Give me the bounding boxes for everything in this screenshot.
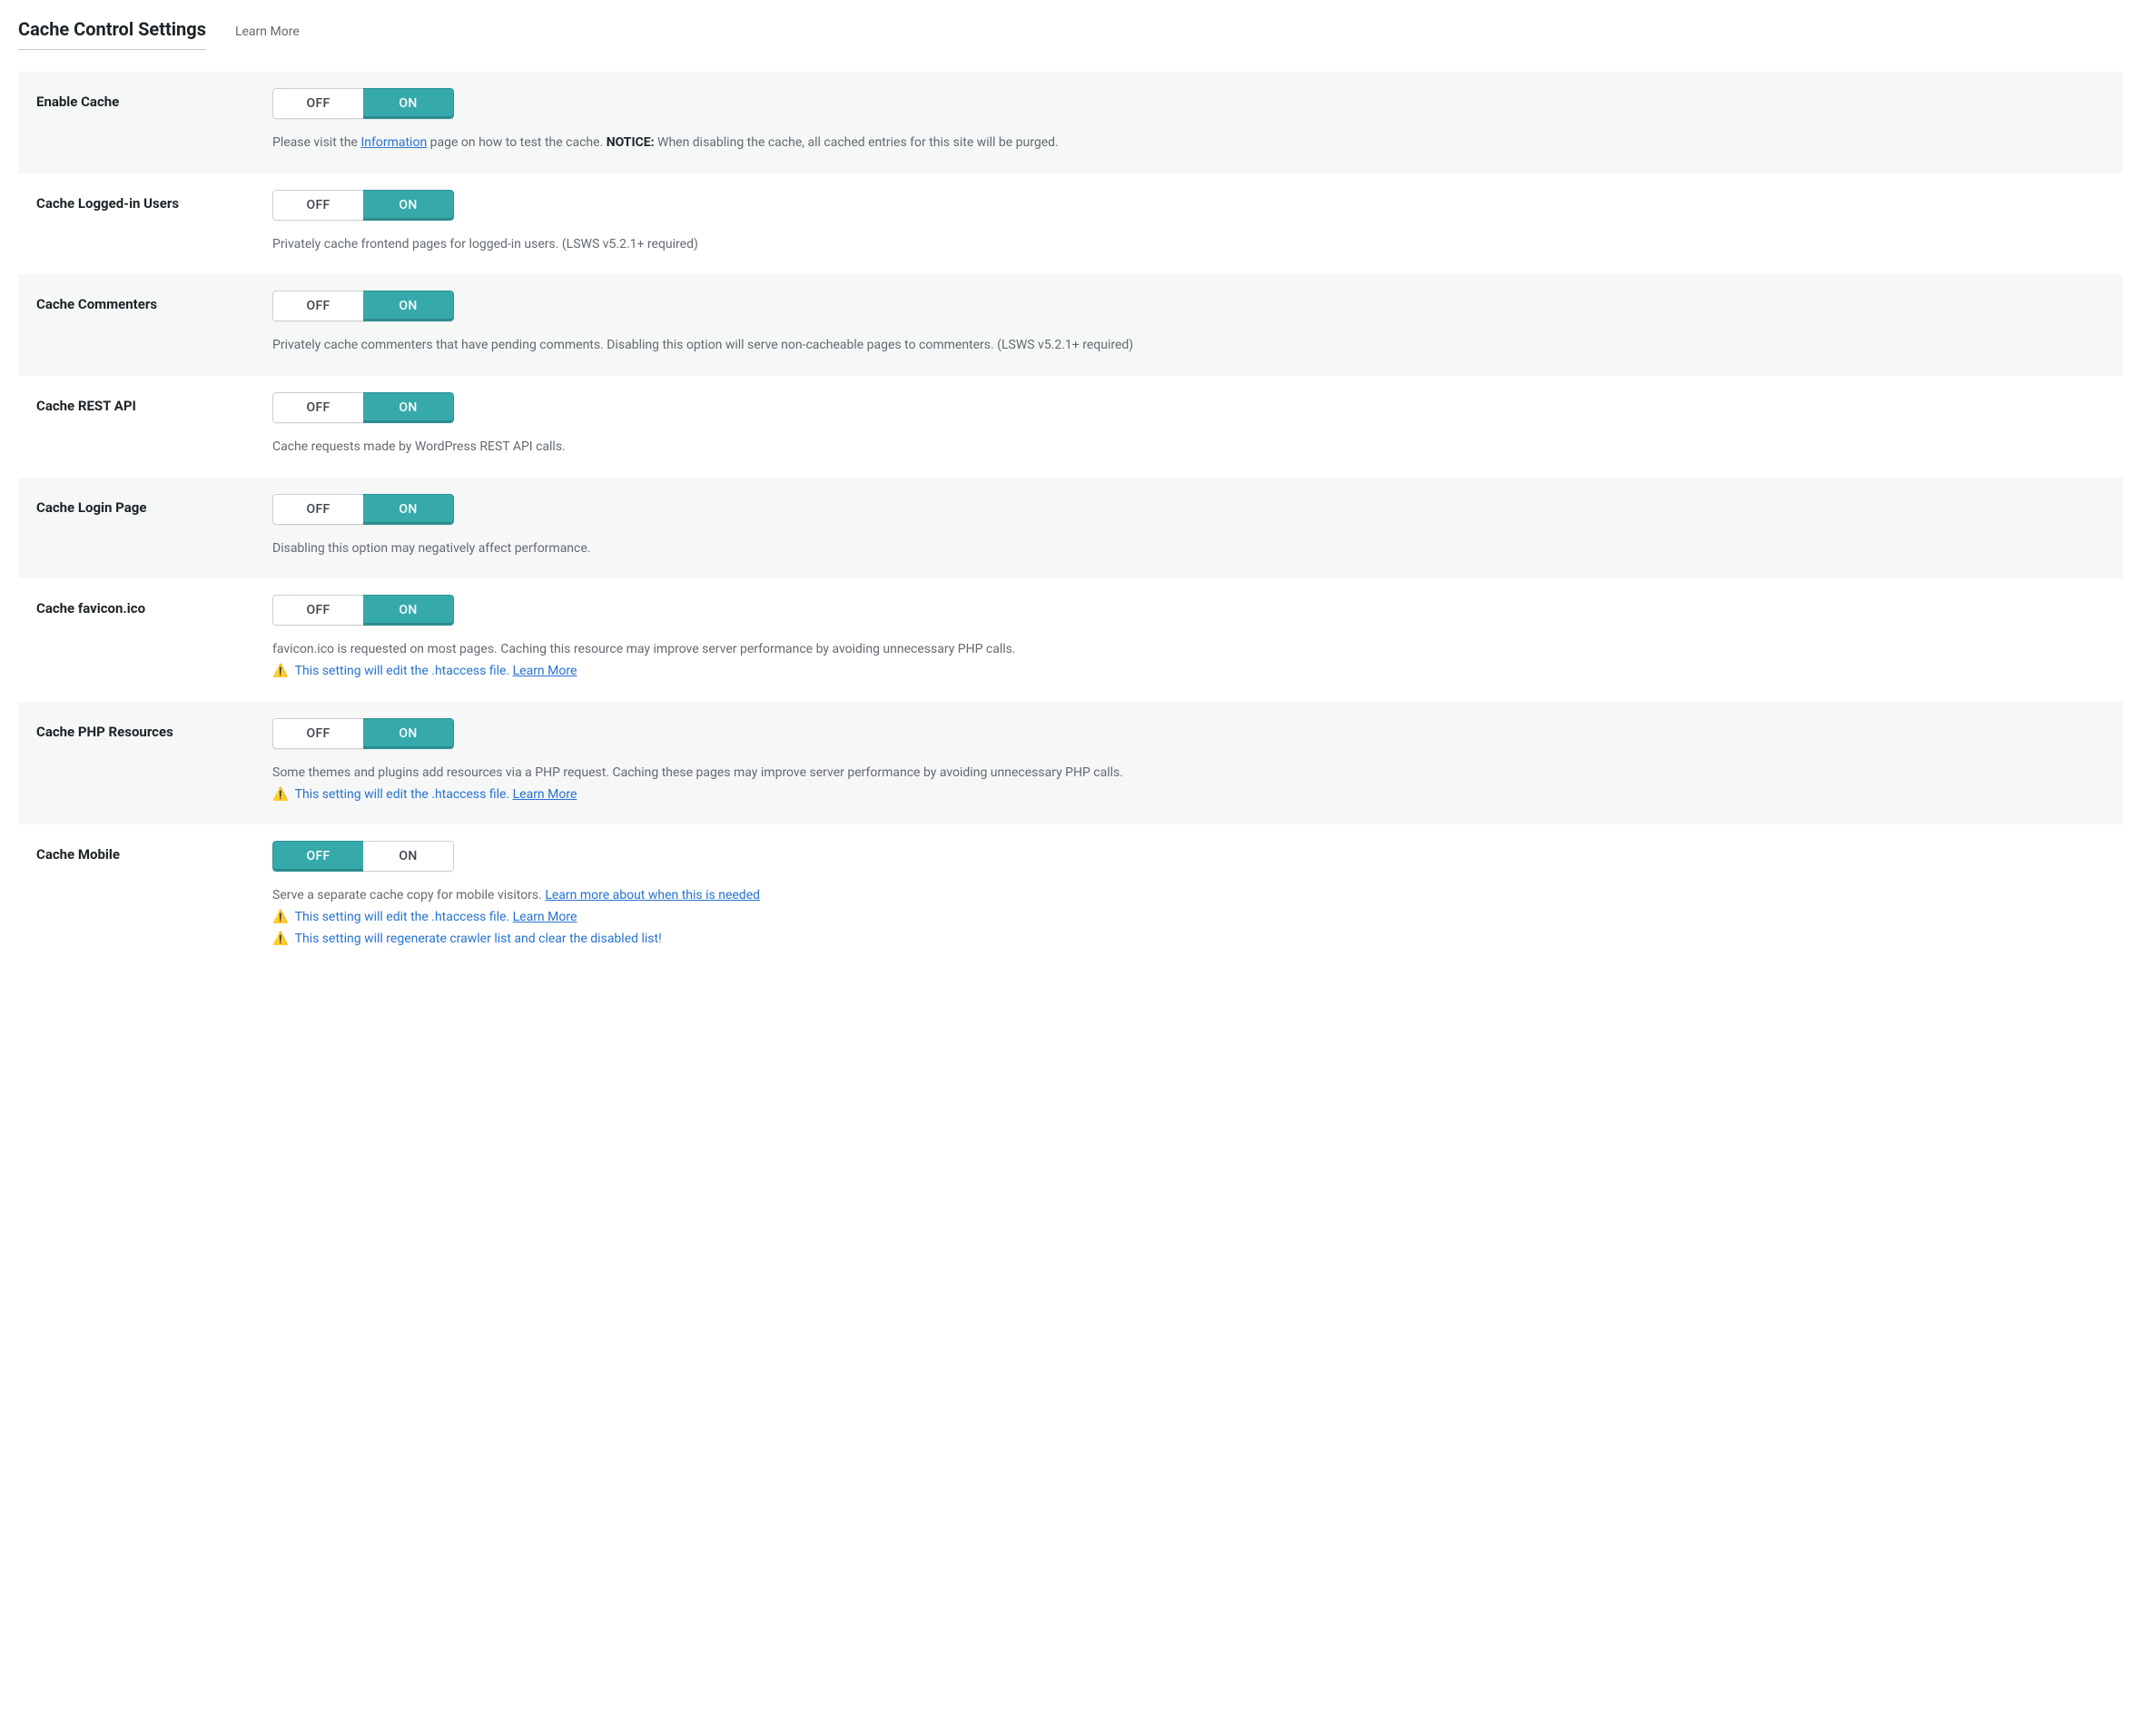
toggle-off[interactable]: OFF [272,595,363,626]
page-header: Cache Control Settings Learn More [18,18,2123,50]
setting-content: OFF ON Serve a separate cache copy for m… [272,841,2105,949]
desc-text: favicon.ico is requested on most pages. … [272,640,2105,660]
desc-text: Some themes and plugins add resources vi… [272,764,2105,784]
setting-description: Disabling this option may negatively aff… [272,539,2105,559]
toggle-on[interactable]: ON [363,718,454,749]
setting-label: Cache Login Page [36,494,272,559]
warning-text: This setting will edit the .htaccess fil… [295,664,513,678]
setting-content: OFF ON Cache requests made by WordPress … [272,392,2105,458]
toggle-cache-login-page[interactable]: OFF ON [272,494,454,525]
setting-description: Serve a separate cache copy for mobile v… [272,886,2105,949]
information-link[interactable]: Information [360,135,427,150]
setting-content: OFF ON favicon.ico is requested on most … [272,595,2105,681]
setting-label: Cache Commenters [36,291,272,356]
toggle-cache-mobile[interactable]: OFF ON [272,841,454,872]
toggle-cache-logged-in[interactable]: OFF ON [272,190,454,221]
toggle-on[interactable]: ON [363,291,454,321]
setting-content: OFF ON Some themes and plugins add resou… [272,718,2105,804]
setting-description: Privately cache frontend pages for logge… [272,235,2105,255]
row-cache-logged-in: Cache Logged-in Users OFF ON Privately c… [18,173,2123,275]
setting-content: OFF ON Please visit the Information page… [272,88,2105,153]
desc-text: Please visit the [272,135,360,150]
learn-more-link[interactable]: Learn More [513,787,577,802]
toggle-on[interactable]: ON [363,392,454,423]
warning-text: This setting will edit the .htaccess fil… [295,787,513,802]
setting-label: Cache Logged-in Users [36,190,272,255]
htaccess-warning: ⚠️ This setting will edit the .htaccess … [272,908,2105,928]
learn-more-link[interactable]: Learn More [513,664,577,678]
setting-content: OFF ON Privately cache frontend pages fo… [272,190,2105,255]
warning-text: This setting will edit the .htaccess fil… [295,910,513,924]
desc-text: When disabling the cache, all cached ent… [655,135,1059,150]
notice-bold: NOTICE: [607,135,655,150]
setting-description: Please visit the Information page on how… [272,133,2105,153]
setting-label: Cache Mobile [36,841,272,949]
desc-text: Serve a separate cache copy for mobile v… [272,886,2105,906]
warning-icon: ⚠️ [272,662,288,682]
toggle-off[interactable]: OFF [272,494,363,525]
row-cache-mobile: Cache Mobile OFF ON Serve a separate cac… [18,824,2123,969]
toggle-off[interactable]: OFF [272,88,363,119]
warning-icon: ⚠️ [272,908,288,928]
toggle-off[interactable]: OFF [272,190,363,221]
setting-description: Cache requests made by WordPress REST AP… [272,438,2105,458]
toggle-cache-rest-api[interactable]: OFF ON [272,392,454,423]
page-title: Cache Control Settings [18,18,206,50]
setting-label: Cache REST API [36,392,272,458]
toggle-enable-cache[interactable]: OFF ON [272,88,454,119]
toggle-on[interactable]: ON [363,88,454,119]
toggle-on[interactable]: ON [363,190,454,221]
toggle-off[interactable]: OFF [272,718,363,749]
desc-text: Serve a separate cache copy for mobile v… [272,888,545,903]
warning-text: This setting will regenerate crawler lis… [295,932,662,946]
warning-icon: ⚠️ [272,930,288,950]
toggle-on[interactable]: ON [363,841,454,872]
settings-list: Enable Cache OFF ON Please visit the Inf… [18,72,2123,969]
toggle-cache-php-resources[interactable]: OFF ON [272,718,454,749]
toggle-off[interactable]: OFF [272,841,363,872]
row-cache-commenters: Cache Commenters OFF ON Privately cache … [18,274,2123,376]
toggle-off[interactable]: OFF [272,392,363,423]
setting-description: favicon.ico is requested on most pages. … [272,640,2105,681]
warning-icon: ⚠️ [272,785,288,805]
toggle-cache-favicon[interactable]: OFF ON [272,595,454,626]
row-cache-php-resources: Cache PHP Resources OFF ON Some themes a… [18,702,2123,824]
setting-description: Some themes and plugins add resources vi… [272,764,2105,804]
setting-content: OFF ON Disabling this option may negativ… [272,494,2105,559]
setting-label: Cache favicon.ico [36,595,272,681]
toggle-on[interactable]: ON [363,494,454,525]
toggle-off[interactable]: OFF [272,291,363,321]
setting-content: OFF ON Privately cache commenters that h… [272,291,2105,356]
learn-more-mobile-link[interactable]: Learn more about when this is needed [545,888,760,903]
htaccess-warning: ⚠️ This setting will edit the .htaccess … [272,662,2105,682]
learn-more-link[interactable]: Learn More [513,910,577,924]
learn-more-link[interactable]: Learn More [235,25,300,39]
toggle-on[interactable]: ON [363,595,454,626]
desc-text: page on how to test the cache. [427,135,607,150]
htaccess-warning: ⚠️ This setting will edit the .htaccess … [272,785,2105,805]
row-cache-rest-api: Cache REST API OFF ON Cache requests mad… [18,376,2123,478]
row-enable-cache: Enable Cache OFF ON Please visit the Inf… [18,72,2123,173]
setting-description: Privately cache commenters that have pen… [272,336,2105,356]
setting-label: Enable Cache [36,88,272,153]
row-cache-login-page: Cache Login Page OFF ON Disabling this o… [18,478,2123,579]
toggle-cache-commenters[interactable]: OFF ON [272,291,454,321]
crawler-warning: ⚠️ This setting will regenerate crawler … [272,930,2105,950]
setting-label: Cache PHP Resources [36,718,272,804]
row-cache-favicon: Cache favicon.ico OFF ON favicon.ico is … [18,578,2123,701]
